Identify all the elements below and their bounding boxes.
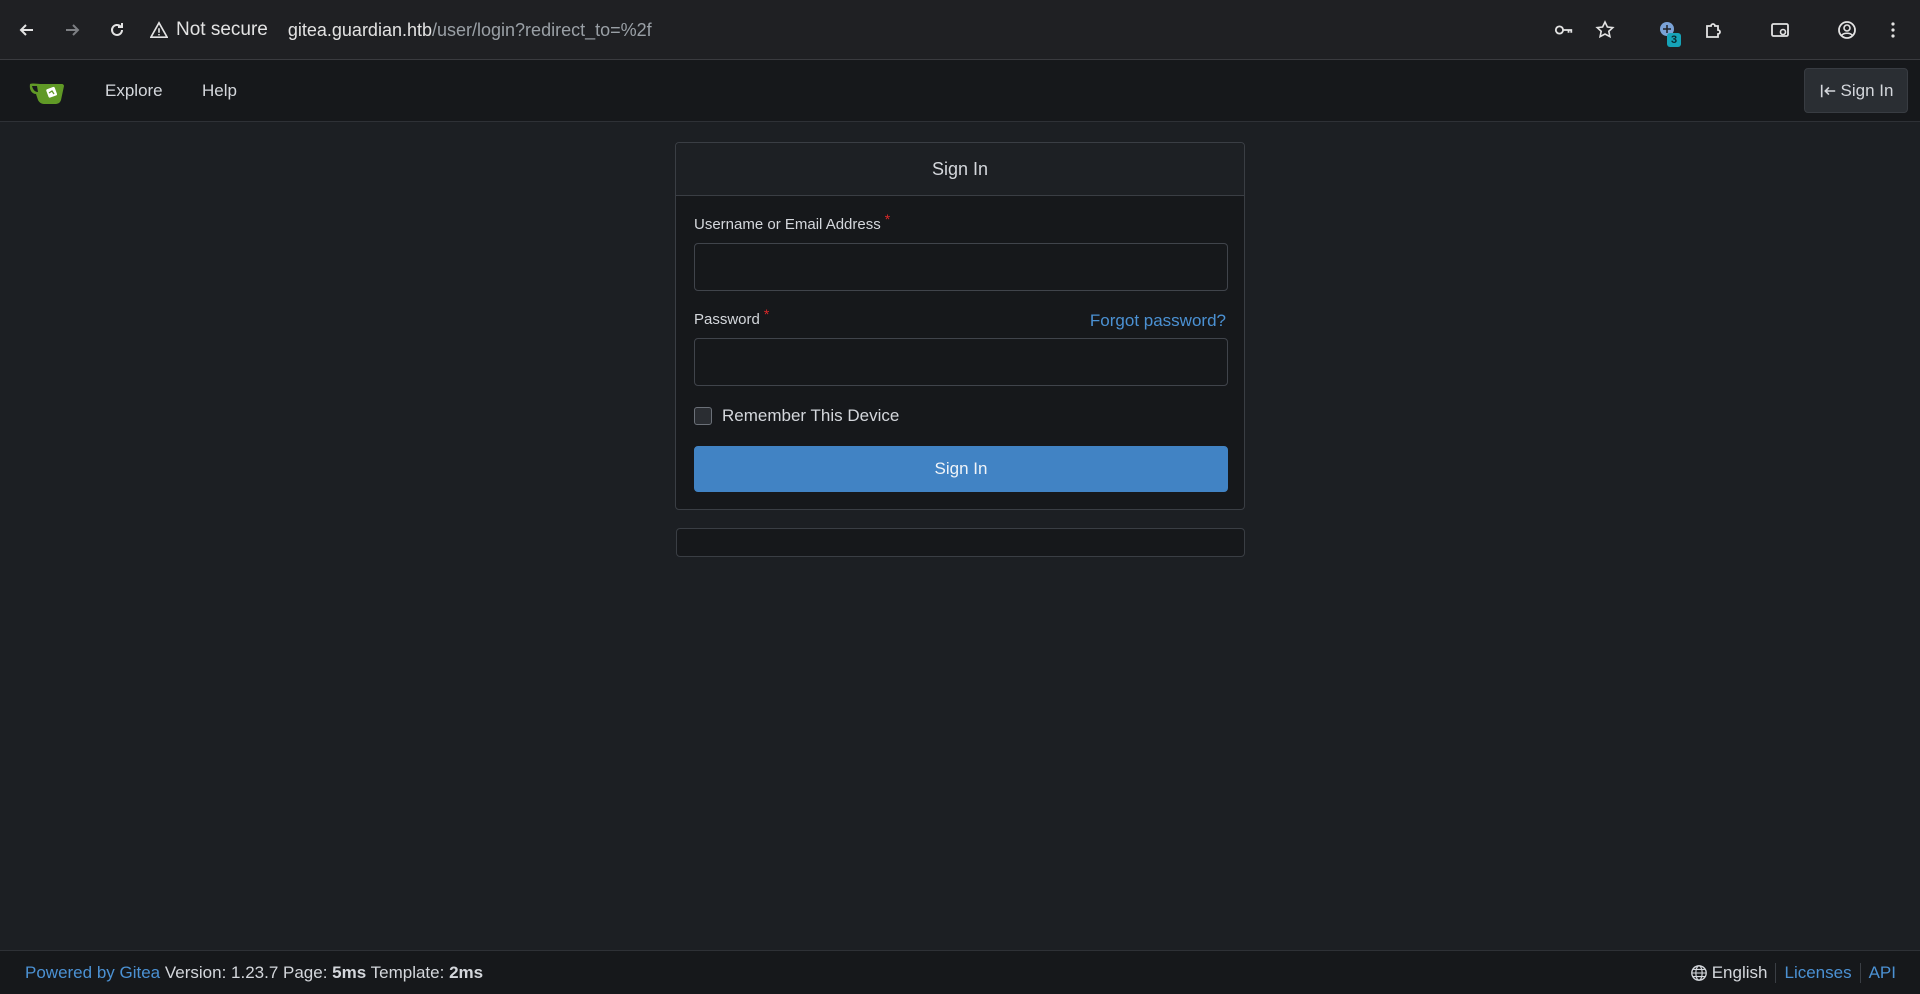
required-marker: * [884, 211, 891, 227]
username-label-text: Username or Email Address [694, 216, 881, 233]
top-navbar: Explore Help Sign In [0, 60, 1920, 122]
back-icon[interactable] [11, 14, 43, 46]
page-footer: Powered by Gitea Version: 1.23.7 Page: 5… [0, 950, 1920, 994]
password-label-text: Password [694, 311, 760, 328]
tab-search-icon[interactable] [1764, 14, 1796, 46]
forgot-password-link[interactable]: Forgot password? [1090, 311, 1226, 331]
url-text: gitea.guardian.htb/user/login?redirect_t… [288, 20, 652, 41]
remember-device-row[interactable]: Remember This Device [694, 406, 899, 426]
nav-signin-button[interactable]: Sign In [1804, 68, 1908, 113]
username-input[interactable] [694, 243, 1228, 291]
username-label: Username or Email Address * [694, 211, 890, 233]
footer-divider [1775, 963, 1777, 983]
language-label: English [1711, 963, 1768, 982]
address-bar[interactable]: Not secure gitea.guardian.htb/user/login… [150, 10, 1640, 50]
sign-in-icon [1820, 84, 1835, 97]
template-time: 2ms [449, 963, 484, 982]
menu-kebab-icon[interactable] [1877, 14, 1909, 46]
required-marker: * [763, 306, 770, 322]
footer-links: English Licenses API [1690, 963, 1896, 983]
browser-toolbar: Not secure gitea.guardian.htb/user/login… [0, 0, 1920, 60]
signin-submit-button[interactable]: Sign In [694, 446, 1228, 492]
nav-help-link[interactable]: Help [202, 81, 237, 101]
nav-signin-label: Sign In [1840, 80, 1894, 100]
footer-version-info: Powered by Gitea Version: 1.23.7 Page: 5… [25, 963, 483, 983]
globe-icon [1690, 965, 1707, 981]
remember-device-label: Remember This Device [722, 406, 900, 425]
bookmark-star-icon[interactable] [1589, 14, 1621, 46]
signin-title: Sign In [676, 143, 1244, 196]
version-text: Version: 1.23.7 Page: [164, 963, 328, 982]
password-key-icon[interactable] [1548, 14, 1580, 46]
api-link[interactable]: API [1869, 963, 1896, 983]
security-text: Not secure [176, 19, 268, 40]
security-indicator[interactable]: Not secure [150, 19, 268, 41]
password-input[interactable] [694, 338, 1228, 386]
gitea-logo-icon[interactable] [28, 78, 66, 106]
language-selector[interactable]: English [1690, 963, 1768, 983]
signin-form: Sign In Username or Email Address * Passw… [675, 142, 1245, 510]
footer-divider [1859, 963, 1861, 983]
url-path: /user/login?redirect_to=%2f [432, 19, 652, 40]
template-label: Template: [370, 963, 445, 982]
url-host: gitea.guardian.htb [287, 19, 432, 40]
password-label: Password * [694, 306, 769, 328]
profile-icon[interactable] [1831, 14, 1863, 46]
reload-icon[interactable] [101, 14, 133, 46]
extensions-puzzle-icon[interactable] [1697, 14, 1729, 46]
nav-explore-link[interactable]: Explore [105, 81, 163, 101]
powered-by-gitea-link[interactable]: Powered by Gitea [25, 963, 160, 982]
warning-icon [150, 21, 168, 39]
oauth-providers-box [676, 528, 1245, 557]
page-time: 5ms [332, 963, 367, 982]
remember-device-checkbox[interactable] [694, 407, 712, 425]
extension-badge: 3 [1667, 33, 1681, 47]
licenses-link[interactable]: Licenses [1784, 963, 1851, 983]
forward-icon[interactable] [56, 14, 88, 46]
